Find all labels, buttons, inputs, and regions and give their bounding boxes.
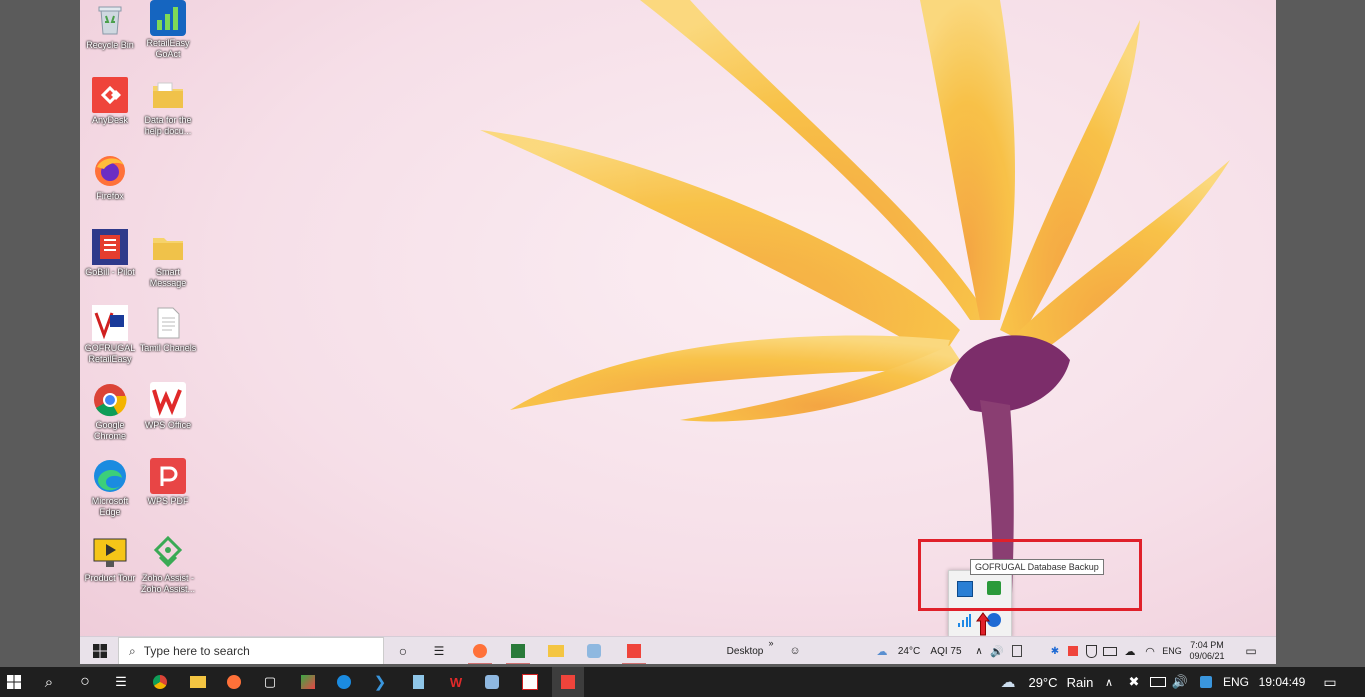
wps-pdf-icon: [150, 458, 186, 494]
taskbar-anydesk-icon[interactable]: [552, 667, 584, 697]
taskbar-file-explorer-icon[interactable]: [542, 637, 570, 664]
battery-icon[interactable]: [1102, 637, 1118, 664]
windows-logo-icon: [93, 644, 107, 658]
desktop-icon-firefox[interactable]: Firefox: [80, 153, 140, 202]
network-tray-icon[interactable]: [957, 613, 971, 627]
desktop-icon-data-folder[interactable]: Data for the help docu...: [138, 77, 198, 137]
wps-office-icon: [150, 382, 186, 418]
recycle-bin-icon: [92, 2, 128, 38]
tray-device-icon[interactable]: [1010, 637, 1024, 664]
firefox-icon: [92, 153, 128, 189]
folder-icon: [150, 77, 186, 113]
gofrugal-retaileasy-icon: [92, 305, 128, 341]
desktop-icon-gofrugal-retaileasy[interactable]: GOFRUGAL RetailEasy: [80, 305, 140, 365]
red-up-arrow-icon: [976, 612, 990, 636]
show-hidden-icons-chevron[interactable]: ∧: [972, 637, 986, 664]
remote-aqi[interactable]: AQI 75: [926, 637, 966, 664]
tray-app-icon[interactable]: [1196, 667, 1216, 697]
taskbar-edge-icon[interactable]: [330, 667, 358, 697]
cortana-icon[interactable]: ○: [72, 667, 98, 697]
desktop-icon-google-chrome[interactable]: Google Chrome: [80, 382, 140, 442]
volume-icon[interactable]: 🔊: [990, 637, 1004, 664]
remote-start-button[interactable]: [86, 637, 114, 664]
gobill-icon: [92, 229, 128, 265]
weather-icon: ☁: [876, 645, 888, 658]
windows-logo-icon: [7, 675, 21, 689]
onedrive-icon[interactable]: ☁: [1122, 637, 1138, 664]
notification-icon[interactable]: ▭: [1318, 667, 1342, 697]
task-view-icon[interactable]: ☰: [108, 667, 134, 697]
desktop-icon-wps-pdf[interactable]: WPS PDF: [138, 458, 198, 507]
desktop-icon-wps-office[interactable]: WPS Office: [138, 382, 198, 431]
desktop-icon-tamil-chanels[interactable]: Tamil Chanels: [138, 305, 198, 354]
tray-mute-icon[interactable]: ✖: [1124, 667, 1144, 697]
desktop-icon-recycle-bin[interactable]: Recycle Bin: [80, 2, 140, 51]
search-icon[interactable]: ⌕: [36, 667, 62, 697]
retaileasy-goact-icon: [150, 0, 186, 36]
taskbar-vscode-icon[interactable]: ❯: [366, 667, 394, 697]
battery-icon[interactable]: [1148, 667, 1168, 697]
local-language[interactable]: ENG: [1220, 667, 1252, 697]
show-hidden-icons-chevron[interactable]: ∧: [1100, 667, 1118, 697]
remote-language[interactable]: ENG: [1160, 637, 1184, 664]
taskbar-paint-icon[interactable]: [478, 667, 506, 697]
volume-icon[interactable]: 🔊: [1170, 667, 1190, 697]
taskbar-window-icon[interactable]: ▢: [256, 667, 284, 697]
notification-icon[interactable]: ▭: [1240, 637, 1262, 664]
cortana-icon[interactable]: ○: [392, 637, 414, 664]
taskbar-paint-icon[interactable]: [580, 637, 608, 664]
taskbar-chrome-icon[interactable]: [146, 667, 174, 697]
wifi-icon[interactable]: ◠: [1142, 637, 1158, 664]
text-file-icon: [150, 305, 186, 341]
taskbar-retaileasy-icon[interactable]: [516, 667, 544, 697]
toolbar-chevron[interactable]: »: [764, 629, 778, 657]
local-weather-temp[interactable]: 29°C: [1024, 667, 1062, 697]
remote-weather-temp[interactable]: 24°C: [894, 637, 924, 664]
weather-icon: ☁: [1000, 674, 1016, 691]
tray-anydesk-icon[interactable]: [1066, 637, 1080, 664]
people-icon[interactable]: ☺: [786, 637, 804, 664]
remote-taskbar: ⌕ Type here to search ○ ☰ Desktop » ☺ ☁ …: [80, 636, 1276, 664]
remote-clock[interactable]: 7:04 PM 09/06/21: [1184, 637, 1230, 664]
taskbar-notepad-icon[interactable]: [404, 667, 432, 697]
taskbar-firefox-icon[interactable]: [466, 637, 494, 664]
desktop-toolbar[interactable]: Desktop: [720, 637, 770, 664]
desktop-icon-smart-message[interactable]: Smart Message: [138, 229, 198, 289]
desktop-icon-zoho-assist[interactable]: Zoho Assist - Zoho Assist...: [138, 535, 198, 595]
edge-icon: [92, 458, 128, 494]
search-icon: ⌕: [129, 643, 136, 658]
desktop-icon-microsoft-edge[interactable]: Microsoft Edge: [80, 458, 140, 518]
taskbar-anydesk-icon[interactable]: [620, 637, 648, 664]
local-taskbar: ⌕ ○ ☰ ▢ ❯ W ☁ 29°C Rain ∧ ✖ 🔊 ENG 19:04:…: [0, 667, 1365, 697]
anydesk-icon: [92, 77, 128, 113]
taskbar-file-explorer-icon[interactable]: [184, 667, 212, 697]
bluetooth-icon[interactable]: ✱: [1048, 637, 1062, 664]
desktop-icon-product-tour[interactable]: Product Tour: [80, 535, 140, 584]
taskbar-wps-icon[interactable]: W: [442, 667, 470, 697]
local-clock[interactable]: 19:04:49: [1254, 667, 1310, 697]
product-tour-icon: [92, 535, 128, 571]
chrome-icon: [92, 382, 128, 418]
security-icon[interactable]: [1084, 637, 1098, 664]
remote-search-input[interactable]: ⌕ Type here to search: [118, 637, 384, 664]
desktop-icon-retaileasy-goact[interactable]: RetailEasy GoAct: [138, 0, 198, 60]
task-view-icon[interactable]: ☰: [428, 637, 450, 664]
taskbar-gofrugal-icon[interactable]: [294, 667, 322, 697]
taskbar-firefox-icon[interactable]: [220, 667, 248, 697]
folder-icon: [150, 229, 186, 265]
start-button[interactable]: [0, 667, 28, 697]
remote-desktop-screen[interactable]: Recycle Bin AnyDesk Firefox GoBill - Pil…: [80, 0, 1276, 664]
taskbar-goact-icon[interactable]: [504, 637, 532, 664]
highlight-box: [918, 539, 1142, 611]
desktop-icon-gobill[interactable]: GoBill - Pilot: [80, 229, 140, 278]
local-weather-desc[interactable]: Rain: [1062, 667, 1098, 697]
desktop-icon-anydesk[interactable]: AnyDesk: [80, 77, 140, 126]
zoho-assist-icon: [150, 535, 186, 571]
